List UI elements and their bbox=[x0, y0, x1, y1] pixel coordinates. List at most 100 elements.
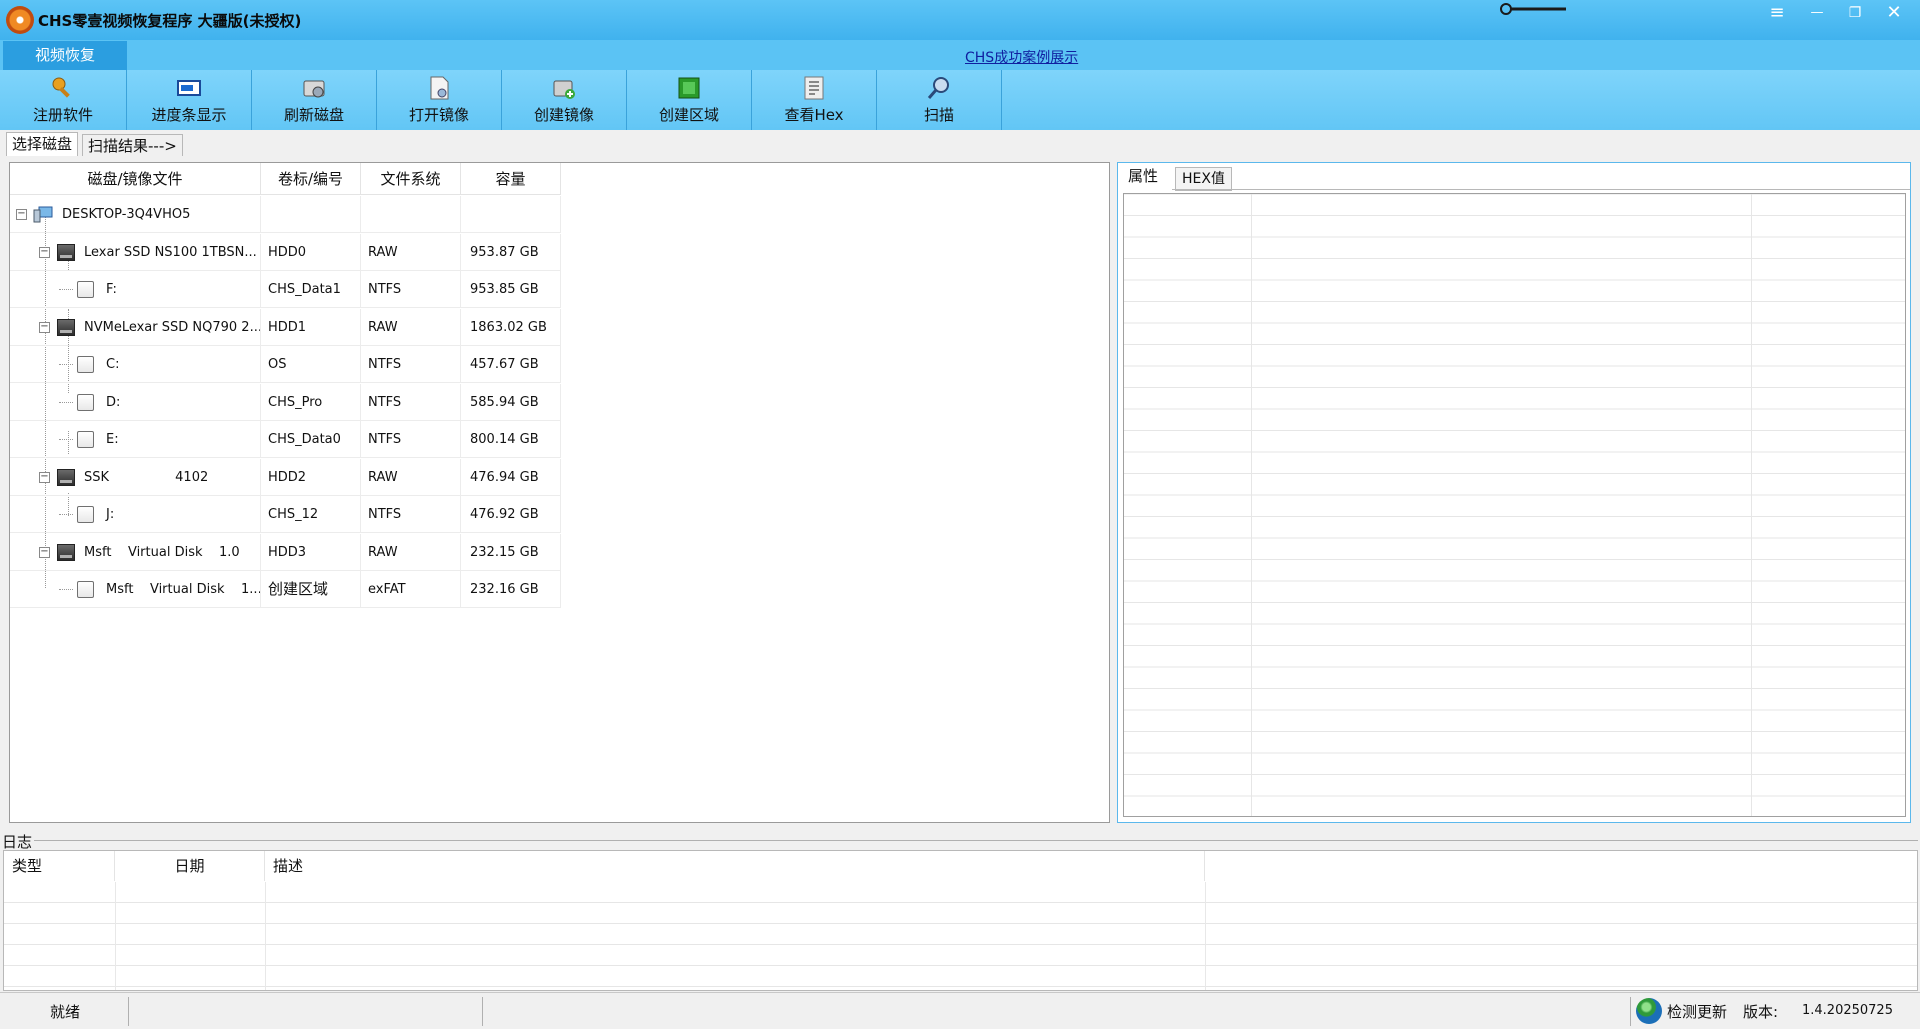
tab-select-disk[interactable]: 选择磁盘 bbox=[6, 132, 79, 156]
table-row[interactable]: − NVMeLexar SSD NQ790 2... HDD1 RAW 1863.02 … bbox=[10, 308, 561, 346]
log-table: 类型 日期 描述 bbox=[3, 850, 1918, 991]
column-header-disk[interactable]: 磁盘/镜像文件 bbox=[10, 163, 261, 195]
table-row[interactable]: C: OS NTFS 457.67 GB bbox=[10, 346, 561, 383]
open-image-button[interactable]: 打开镜像 bbox=[377, 70, 502, 130]
app-logo-icon bbox=[6, 6, 34, 34]
check-update-button[interactable]: 检测更新 bbox=[1667, 1001, 1727, 1022]
table-row[interactable]: J: CHS_12 NTFS 476.92 GB bbox=[10, 496, 561, 533]
cell-filesystem: exFAT bbox=[361, 571, 461, 608]
cell-filesystem: NTFS bbox=[361, 496, 461, 533]
log-column-description[interactable]: 描述 bbox=[265, 851, 1205, 881]
refresh-disk-button[interactable]: 刷新磁盘 bbox=[252, 70, 377, 130]
table-row[interactable]: E: CHS_Data0 NTFS 800.14 GB bbox=[10, 421, 561, 458]
column-header-volume[interactable]: 卷标/编号 bbox=[261, 163, 361, 195]
hard-disk-icon bbox=[57, 543, 75, 561]
tree-connector bbox=[59, 401, 73, 403]
cell-filesystem: NTFS bbox=[361, 383, 461, 421]
tree-connector bbox=[59, 439, 73, 440]
minimize-button[interactable]: — bbox=[1798, 0, 1836, 26]
volume-checkbox[interactable] bbox=[77, 281, 94, 298]
cell-filesystem bbox=[361, 196, 461, 233]
status-bar: 就绪 检测更新 版本: 1.4.20250725 bbox=[0, 992, 1920, 1029]
cell-disk-name: − Lexar SSD NS100 1TBSN... bbox=[10, 233, 261, 271]
tab-properties[interactable]: 属性 bbox=[1122, 165, 1164, 189]
cell-volume-label: HDD2 bbox=[261, 458, 361, 496]
title-bar: CHS零壹视频恢复程序 大疆版(未授权) ≡ — ❐ ✕ bbox=[0, 0, 1920, 40]
disk-name-text: NVMeLexar SSD NQ790 2... bbox=[84, 319, 261, 335]
cell-volume-label: 创建区域 bbox=[261, 571, 361, 608]
cell-capacity: 232.15 GB bbox=[461, 533, 561, 571]
column-header-capacity[interactable]: 容量 bbox=[461, 163, 561, 195]
menu-button[interactable]: ≡ bbox=[1758, 0, 1796, 26]
volume-checkbox[interactable] bbox=[77, 356, 94, 373]
collapse-toggle-icon[interactable]: − bbox=[39, 321, 50, 333]
collapse-toggle-icon[interactable]: − bbox=[39, 471, 50, 483]
log-column-date[interactable]: 日期 bbox=[115, 851, 265, 881]
property-grid bbox=[1123, 193, 1906, 817]
collapse-toggle-icon[interactable]: − bbox=[39, 546, 50, 558]
view-hex-button[interactable]: 查看Hex bbox=[752, 70, 877, 130]
restore-button[interactable]: ❐ bbox=[1836, 0, 1874, 26]
create-image-button[interactable]: 创建镜像 bbox=[502, 70, 627, 130]
table-row[interactable]: − SSK 4102 HDD2 RAW 476.94 GB bbox=[10, 458, 561, 496]
cell-filesystem: RAW bbox=[361, 533, 461, 571]
hard-disk-icon bbox=[57, 468, 75, 486]
hard-disk-icon bbox=[57, 318, 75, 336]
cell-disk-name: C: bbox=[10, 346, 261, 383]
status-text: 就绪 bbox=[50, 1003, 81, 1021]
tree-connector bbox=[59, 514, 73, 515]
cell-disk-name: E: bbox=[10, 421, 261, 458]
create-region-button[interactable]: 创建区域 bbox=[627, 70, 752, 130]
sub-tab-strip: 选择磁盘 扫描结果---> bbox=[0, 130, 1920, 156]
cell-capacity: 232.16 GB bbox=[461, 571, 561, 608]
register-software-button[interactable]: 注册软件 bbox=[0, 70, 127, 130]
table-row[interactable]: − DESKTOP-3Q4VHO5 bbox=[10, 196, 561, 233]
license-key-icon bbox=[1500, 3, 1566, 15]
cell-volume-label bbox=[261, 196, 361, 233]
refresh-disk-icon bbox=[303, 80, 325, 98]
log-section-label: 日志 bbox=[2, 833, 33, 851]
cell-capacity: 476.94 GB bbox=[461, 458, 561, 496]
progress-display-button[interactable]: 进度条显示 bbox=[127, 70, 252, 130]
toolbar: 注册软件 进度条显示 刷新磁盘 打开镜像 创建镜像 创建区域 查看Hex 扫描 bbox=[0, 70, 1920, 130]
scan-button[interactable]: 扫描 bbox=[877, 70, 1002, 130]
log-column-type[interactable]: 类型 bbox=[4, 851, 115, 881]
hard-disk-icon bbox=[57, 243, 75, 261]
cell-capacity: 457.67 GB bbox=[461, 346, 561, 383]
volume-checkbox[interactable] bbox=[77, 506, 94, 523]
volume-checkbox[interactable] bbox=[77, 393, 94, 411]
table-row[interactable]: F: CHS_Data1 NTFS 953.85 GB bbox=[10, 271, 561, 308]
collapse-toggle-icon[interactable]: − bbox=[39, 246, 50, 258]
cell-filesystem: RAW bbox=[361, 308, 461, 346]
volume-checkbox[interactable] bbox=[77, 581, 94, 598]
cell-volume-label: CHS_12 bbox=[261, 496, 361, 533]
success-cases-link[interactable]: CHS成功案例展示 bbox=[965, 47, 1078, 67]
table-row[interactable]: − Msft Virtual Disk 1.0 HDD3 RAW 232.15 GB bbox=[10, 533, 561, 571]
tab-scan-result[interactable]: 扫描结果---> bbox=[82, 134, 183, 156]
cell-disk-name: F: bbox=[10, 271, 261, 308]
volume-checkbox[interactable] bbox=[77, 431, 94, 448]
cell-filesystem: RAW bbox=[361, 458, 461, 496]
disk-name-text: SSK 4102 bbox=[84, 469, 209, 485]
tree-connector bbox=[59, 589, 73, 590]
cell-capacity: 953.87 GB bbox=[461, 233, 561, 271]
globe-update-icon[interactable] bbox=[1636, 998, 1662, 1024]
log-rows bbox=[4, 882, 1917, 990]
create-region-icon bbox=[678, 77, 700, 99]
collapse-toggle-icon[interactable]: − bbox=[16, 209, 27, 220]
computer-icon bbox=[33, 206, 53, 223]
disk-name-text: DESKTOP-3Q4VHO5 bbox=[62, 207, 191, 222]
table-row[interactable]: D: CHS_Pro NTFS 585.94 GB bbox=[10, 383, 561, 421]
key-register-icon bbox=[52, 77, 70, 98]
scan-icon bbox=[927, 77, 949, 99]
table-row[interactable]: − Lexar SSD NS100 1TBSN... HDD0 RAW 953.87 G… bbox=[10, 233, 561, 271]
cell-capacity: 476.92 GB bbox=[461, 496, 561, 533]
open-image-icon bbox=[430, 76, 449, 100]
close-button[interactable]: ✕ bbox=[1875, 0, 1913, 26]
column-header-filesystem[interactable]: 文件系统 bbox=[361, 163, 461, 195]
disk-tree-table: 磁盘/镜像文件 卷标/编号 文件系统 容量 − DESKTOP-3Q4VHO5 − L… bbox=[9, 162, 1110, 823]
table-row[interactable]: Msft Virtual Disk 1... 创建区域 exFAT 232.16 GB bbox=[10, 571, 561, 608]
cell-capacity bbox=[461, 196, 561, 233]
tab-hex-value[interactable]: HEX值 bbox=[1175, 167, 1232, 191]
tab-video-recovery[interactable]: 视频恢复 bbox=[3, 41, 127, 70]
